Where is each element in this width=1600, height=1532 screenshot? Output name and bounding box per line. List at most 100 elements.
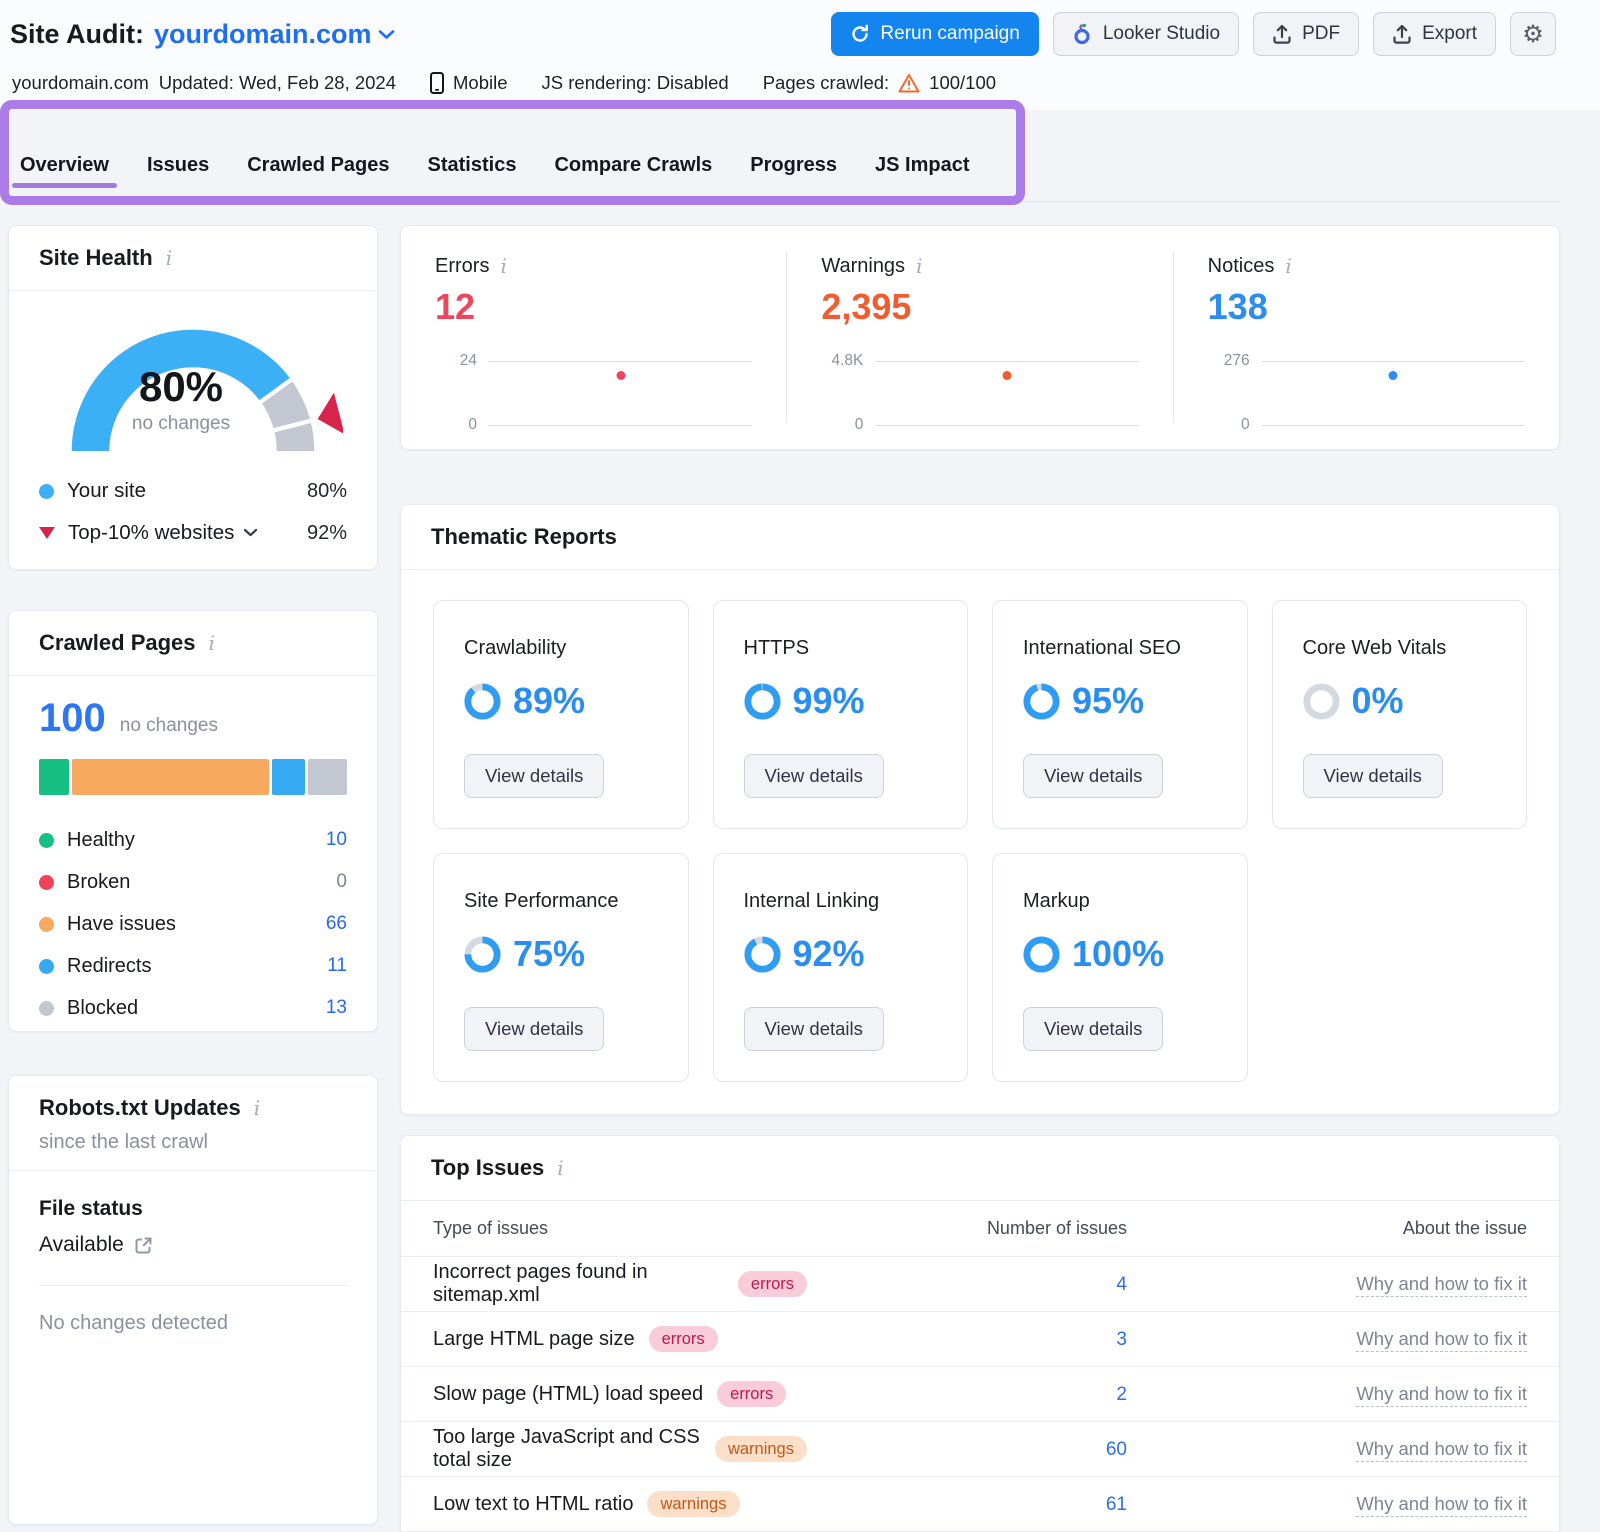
pdf-button[interactable]: PDF xyxy=(1253,12,1359,56)
severity-badge: warnings xyxy=(715,1436,807,1463)
legend-blocked: Blocked 13 xyxy=(39,987,347,1029)
info-icon[interactable]: i xyxy=(497,254,509,278)
robots-subtitle: since the last crawl xyxy=(39,1131,347,1154)
view-details-button[interactable]: View details xyxy=(464,754,604,798)
healthy-dot-icon xyxy=(39,833,54,848)
your-site-dot-icon xyxy=(39,484,54,499)
info-icon[interactable]: i xyxy=(1282,254,1294,278)
legend-broken: Broken 0 xyxy=(39,861,347,903)
table-row: Large HTML page sizeerrors 3 Why and how… xyxy=(401,1312,1559,1367)
tab-statistics[interactable]: Statistics xyxy=(428,154,517,197)
page-title-prefix: Site Audit: xyxy=(10,19,144,50)
tab-overview[interactable]: Overview xyxy=(20,154,109,197)
upload-icon xyxy=(1272,24,1292,45)
issue-count-link[interactable]: 60 xyxy=(1106,1439,1127,1460)
why-how-to-fix-link[interactable]: Why and how to fix it xyxy=(1356,1273,1527,1297)
tab-js-impact[interactable]: JS Impact xyxy=(875,154,969,197)
warnings-data-point xyxy=(1002,371,1011,380)
red-triangle-icon xyxy=(39,527,55,539)
table-row: Slow page (HTML) load speederrors 2 Why … xyxy=(401,1367,1559,1422)
tab-progress[interactable]: Progress xyxy=(750,154,837,197)
warnings-metric: Warnings i 2,395 4.8K 0 xyxy=(786,252,1172,423)
warnings-count[interactable]: 2,395 xyxy=(821,286,1138,328)
settings-button[interactable]: ⚙ xyxy=(1510,12,1556,56)
why-how-to-fix-link[interactable]: Why and how to fix it xyxy=(1356,1438,1527,1462)
mobile-icon xyxy=(430,72,444,94)
legend-your-site: Your site 80% xyxy=(39,470,347,512)
view-details-button[interactable]: View details xyxy=(744,754,884,798)
progress-ring-icon xyxy=(744,936,781,973)
meta-device: Mobile xyxy=(430,72,508,94)
notices-metric: Notices i 138 276 0 xyxy=(1173,252,1559,423)
errors-metric: Errors i 12 24 0 xyxy=(401,252,786,423)
view-details-button[interactable]: View details xyxy=(464,1007,604,1051)
why-how-to-fix-link[interactable]: Why and how to fix it xyxy=(1356,1383,1527,1407)
tab-issues[interactable]: Issues xyxy=(147,154,209,197)
rerun-campaign-button[interactable]: Rerun campaign xyxy=(831,12,1038,56)
campaign-meta: yourdomain.com Updated: Wed, Feb 28, 202… xyxy=(0,56,1600,108)
tab-compare-crawls[interactable]: Compare Crawls xyxy=(554,154,712,197)
view-details-button[interactable]: View details xyxy=(744,1007,884,1051)
chevron-down-icon[interactable] xyxy=(243,528,258,538)
thematic-core-web-vitals: Core Web Vitals 0% View details xyxy=(1272,600,1528,829)
refresh-icon xyxy=(850,24,870,44)
page-title: Site Audit: yourdomain.com xyxy=(10,19,395,50)
severity-badge: errors xyxy=(649,1326,718,1353)
view-details-button[interactable]: View details xyxy=(1023,1007,1163,1051)
crawled-pages-total: 100 xyxy=(39,696,106,741)
why-how-to-fix-link[interactable]: Why and how to fix it xyxy=(1356,1328,1527,1352)
bar-segment-redirects xyxy=(272,759,305,795)
robots-title: Robots.txt Updates xyxy=(39,1095,241,1121)
issue-count-link[interactable]: 2 xyxy=(1116,1384,1127,1405)
legend-have-issues: Have issues 66 xyxy=(39,903,347,945)
crawled-pages-change: no changes xyxy=(120,715,218,737)
site-health-gauge: 80% no changes xyxy=(43,301,343,466)
progress-ring-icon xyxy=(1023,683,1060,720)
info-icon[interactable]: i xyxy=(913,254,925,278)
robots-txt-card: Robots.txt Updates i since the last craw… xyxy=(8,1075,378,1525)
meta-pages-crawled: Pages crawled: 100/100 xyxy=(763,72,996,94)
progress-ring-icon xyxy=(744,683,781,720)
benchmark-marker-icon xyxy=(318,393,343,435)
issue-count-link[interactable]: 4 xyxy=(1116,1274,1127,1295)
info-icon[interactable]: i xyxy=(251,1096,263,1120)
progress-ring-icon xyxy=(1303,683,1340,720)
table-row: Incorrect pages found in sitemap.xmlerro… xyxy=(401,1257,1559,1312)
export-button[interactable]: Export xyxy=(1373,12,1496,56)
severity-badge: errors xyxy=(717,1381,786,1408)
thematic-internal-linking: Internal Linking 92% View details xyxy=(713,853,969,1082)
bar-segment-healthy xyxy=(39,759,69,795)
crawled-pages-card: Crawled Pages i 100 no changes Health xyxy=(8,610,378,1032)
broken-dot-icon xyxy=(39,875,54,890)
errors-count[interactable]: 12 xyxy=(435,286,752,328)
info-icon[interactable]: i xyxy=(206,631,218,655)
bar-segment-have-issues xyxy=(72,759,269,795)
notices-count[interactable]: 138 xyxy=(1208,286,1525,328)
thematic-crawlability: Crawlability 89% View details xyxy=(433,600,689,829)
thematic-markup: Markup 100% View details xyxy=(992,853,1248,1082)
tab-crawled-pages[interactable]: Crawled Pages xyxy=(247,154,389,197)
progress-ring-icon xyxy=(464,936,501,973)
meta-domain: yourdomain.com xyxy=(12,72,149,94)
view-details-button[interactable]: View details xyxy=(1303,754,1443,798)
view-details-button[interactable]: View details xyxy=(1023,754,1163,798)
info-icon[interactable]: i xyxy=(554,1156,566,1180)
report-tabs-bar: Overview Issues Crawled Pages Statistics… xyxy=(0,110,1600,215)
looker-studio-icon xyxy=(1072,23,1093,45)
header-actions: Rerun campaign Looker Studio PDF Export xyxy=(831,12,1556,56)
progress-ring-icon xyxy=(464,683,501,720)
site-health-title: Site Health xyxy=(39,245,153,271)
redirects-dot-icon xyxy=(39,959,54,974)
issue-count-link[interactable]: 61 xyxy=(1106,1494,1127,1515)
issue-count-link[interactable]: 3 xyxy=(1116,1329,1127,1350)
looker-studio-button[interactable]: Looker Studio xyxy=(1053,12,1239,56)
project-domain-selector[interactable]: yourdomain.com xyxy=(154,19,395,50)
site-health-score: 80% xyxy=(43,363,319,411)
external-link-icon[interactable] xyxy=(134,1236,153,1255)
have-issues-dot-icon xyxy=(39,917,54,932)
why-how-to-fix-link[interactable]: Why and how to fix it xyxy=(1356,1493,1527,1517)
top-issues-card: Top Issues i Type of issues Number of is… xyxy=(400,1135,1560,1532)
table-row: Low text to HTML ratiowarnings 61 Why an… xyxy=(401,1477,1559,1532)
info-icon[interactable]: i xyxy=(163,246,175,270)
robots-note: No changes detected xyxy=(39,1312,347,1335)
